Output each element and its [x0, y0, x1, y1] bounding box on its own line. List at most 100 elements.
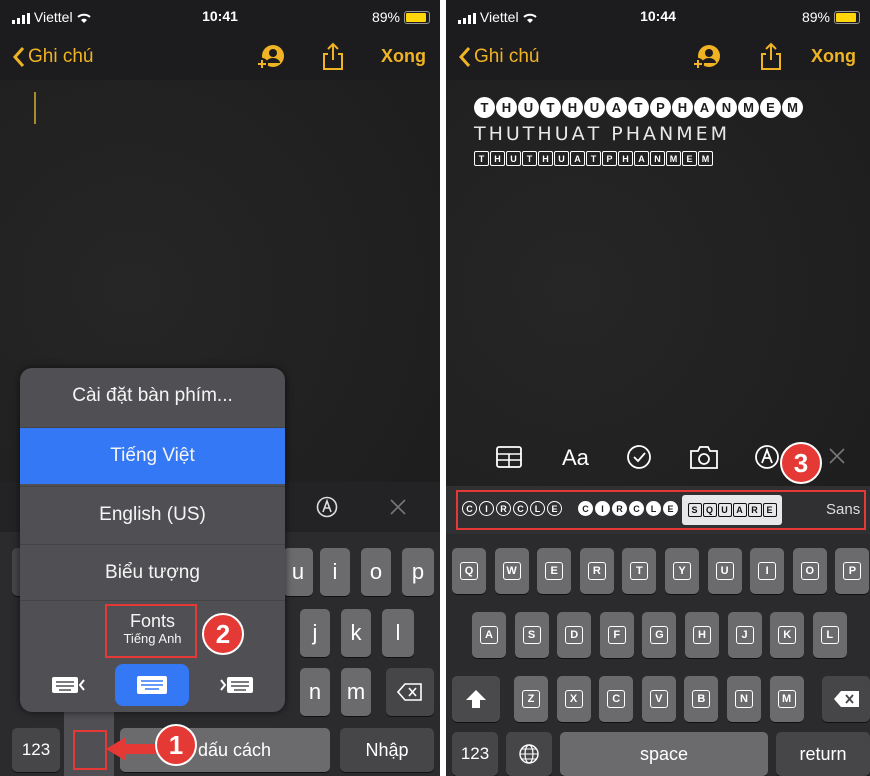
full-keyboard-button[interactable] [115, 664, 189, 706]
numbers-key[interactable]: 123 [12, 728, 60, 772]
glyph: A [570, 151, 585, 166]
delete-key[interactable] [386, 668, 434, 716]
globe-key[interactable] [506, 732, 552, 776]
done-button[interactable]: Xong [811, 46, 856, 67]
add-person-button[interactable] [255, 42, 287, 78]
markup-icon[interactable] [754, 444, 780, 470]
back-label: Ghi chú [474, 46, 540, 67]
right-keyboard-button[interactable] [213, 668, 259, 702]
shift-arrow-icon [466, 690, 486, 708]
key-label: X [564, 690, 583, 708]
key-e[interactable]: E [537, 548, 572, 594]
language-item-english[interactable]: English (US) [20, 486, 285, 543]
key-t[interactable]: T [622, 548, 657, 594]
numbers-key[interactable]: 123 [452, 732, 498, 776]
key-label: R [587, 562, 606, 580]
key-j[interactable]: j [300, 609, 330, 657]
font-selection-bar: CIRCLE CIRCLE SQUARE Sans [446, 486, 870, 534]
glyph: C [513, 501, 528, 516]
left-keyboard-button[interactable] [46, 668, 92, 702]
key-u[interactable]: U [707, 548, 742, 594]
status-bar: Viettel 10:44 89% [446, 0, 870, 32]
delete-key[interactable] [822, 676, 870, 722]
checklist-icon[interactable] [626, 444, 652, 470]
return-key[interactable]: return [776, 732, 870, 776]
key-j[interactable]: J [727, 612, 762, 658]
shift-key[interactable] [452, 676, 500, 722]
text-cursor [34, 92, 36, 124]
key-n[interactable]: N [727, 676, 761, 722]
language-item-symbols[interactable]: Biểu tượng [20, 544, 285, 601]
key-label: M [777, 690, 796, 708]
key-l[interactable]: L [812, 612, 847, 658]
markup-icon[interactable] [316, 496, 338, 518]
font-option-circle-filled[interactable]: CIRCLE [578, 501, 679, 516]
glyph: R [612, 501, 627, 516]
back-button[interactable]: Ghi chú [12, 46, 93, 68]
key-o[interactable]: o [361, 548, 391, 596]
back-button[interactable]: Ghi chú [458, 46, 539, 68]
add-person-button[interactable] [691, 42, 723, 78]
table-icon[interactable] [496, 446, 522, 468]
glyph: N [650, 151, 665, 166]
glyph: M [782, 96, 803, 118]
key-k[interactable]: k [341, 609, 371, 657]
close-icon[interactable] [828, 447, 846, 465]
key-i[interactable]: i [320, 548, 350, 596]
key-w[interactable]: W [494, 548, 529, 594]
note-line-stylized: ТHUТHUАТ ΡHАNMЕM [474, 123, 730, 145]
key-c[interactable]: C [599, 676, 634, 722]
key-p[interactable]: p [402, 548, 434, 596]
space-key[interactable]: space [560, 732, 768, 776]
key-y[interactable]: Y [665, 548, 699, 594]
battery-icon [404, 10, 430, 24]
key-label: K [778, 626, 797, 644]
share-button[interactable] [758, 42, 784, 78]
close-icon[interactable] [389, 498, 407, 516]
key-label: O [800, 562, 819, 580]
key-k[interactable]: K [770, 612, 805, 658]
keyboard-settings-item[interactable]: Cài đặt bàn phím... [20, 368, 285, 424]
key-m[interactable]: M [769, 676, 804, 722]
key-n[interactable]: n [300, 668, 330, 716]
done-button[interactable]: Xong [381, 46, 426, 67]
key-d[interactable]: D [557, 612, 592, 658]
key-g[interactable]: G [642, 612, 677, 658]
key-r[interactable]: R [579, 548, 614, 594]
glyph: H [490, 151, 505, 166]
key-l[interactable]: l [382, 609, 414, 657]
key-s[interactable]: S [514, 612, 549, 658]
return-key[interactable]: Nhập [340, 728, 434, 772]
share-button[interactable] [320, 42, 346, 78]
keyboard-icon [137, 676, 167, 694]
font-option-circle-outline[interactable]: CIRCLE [462, 501, 563, 516]
key-o[interactable]: O [792, 548, 827, 594]
format-text-button[interactable]: Aa [562, 445, 589, 471]
key-x[interactable]: X [556, 676, 591, 722]
camera-icon[interactable] [689, 444, 719, 470]
language-item-vietnamese[interactable]: Tiếng Việt [20, 427, 285, 484]
glyph: H [672, 96, 693, 118]
key-label: Y [673, 562, 691, 580]
delete-icon [397, 683, 422, 701]
font-option-sans[interactable]: Sans [826, 501, 860, 518]
key-u[interactable]: u [283, 548, 313, 596]
glyph: A [732, 503, 747, 517]
key-b[interactable]: B [684, 676, 719, 722]
share-icon [761, 42, 781, 70]
step-badge-3: 3 [780, 442, 822, 484]
key-q[interactable]: Q [452, 548, 486, 594]
key-i[interactable]: I [750, 548, 785, 594]
key-f[interactable]: F [599, 612, 634, 658]
font-option-square[interactable]: SQUARE [682, 495, 782, 525]
key-a[interactable]: A [472, 612, 506, 658]
key-v[interactable]: V [641, 676, 676, 722]
key-p[interactable]: P [835, 548, 870, 594]
glyph: T [474, 96, 495, 118]
key-m[interactable]: m [341, 668, 371, 716]
key-label: H [693, 626, 711, 644]
note-line-circle: THUTHUATPHANMEM [474, 96, 854, 118]
key-z[interactable]: Z [514, 676, 548, 722]
key-h[interactable]: H [685, 612, 719, 658]
share-icon [323, 42, 343, 70]
